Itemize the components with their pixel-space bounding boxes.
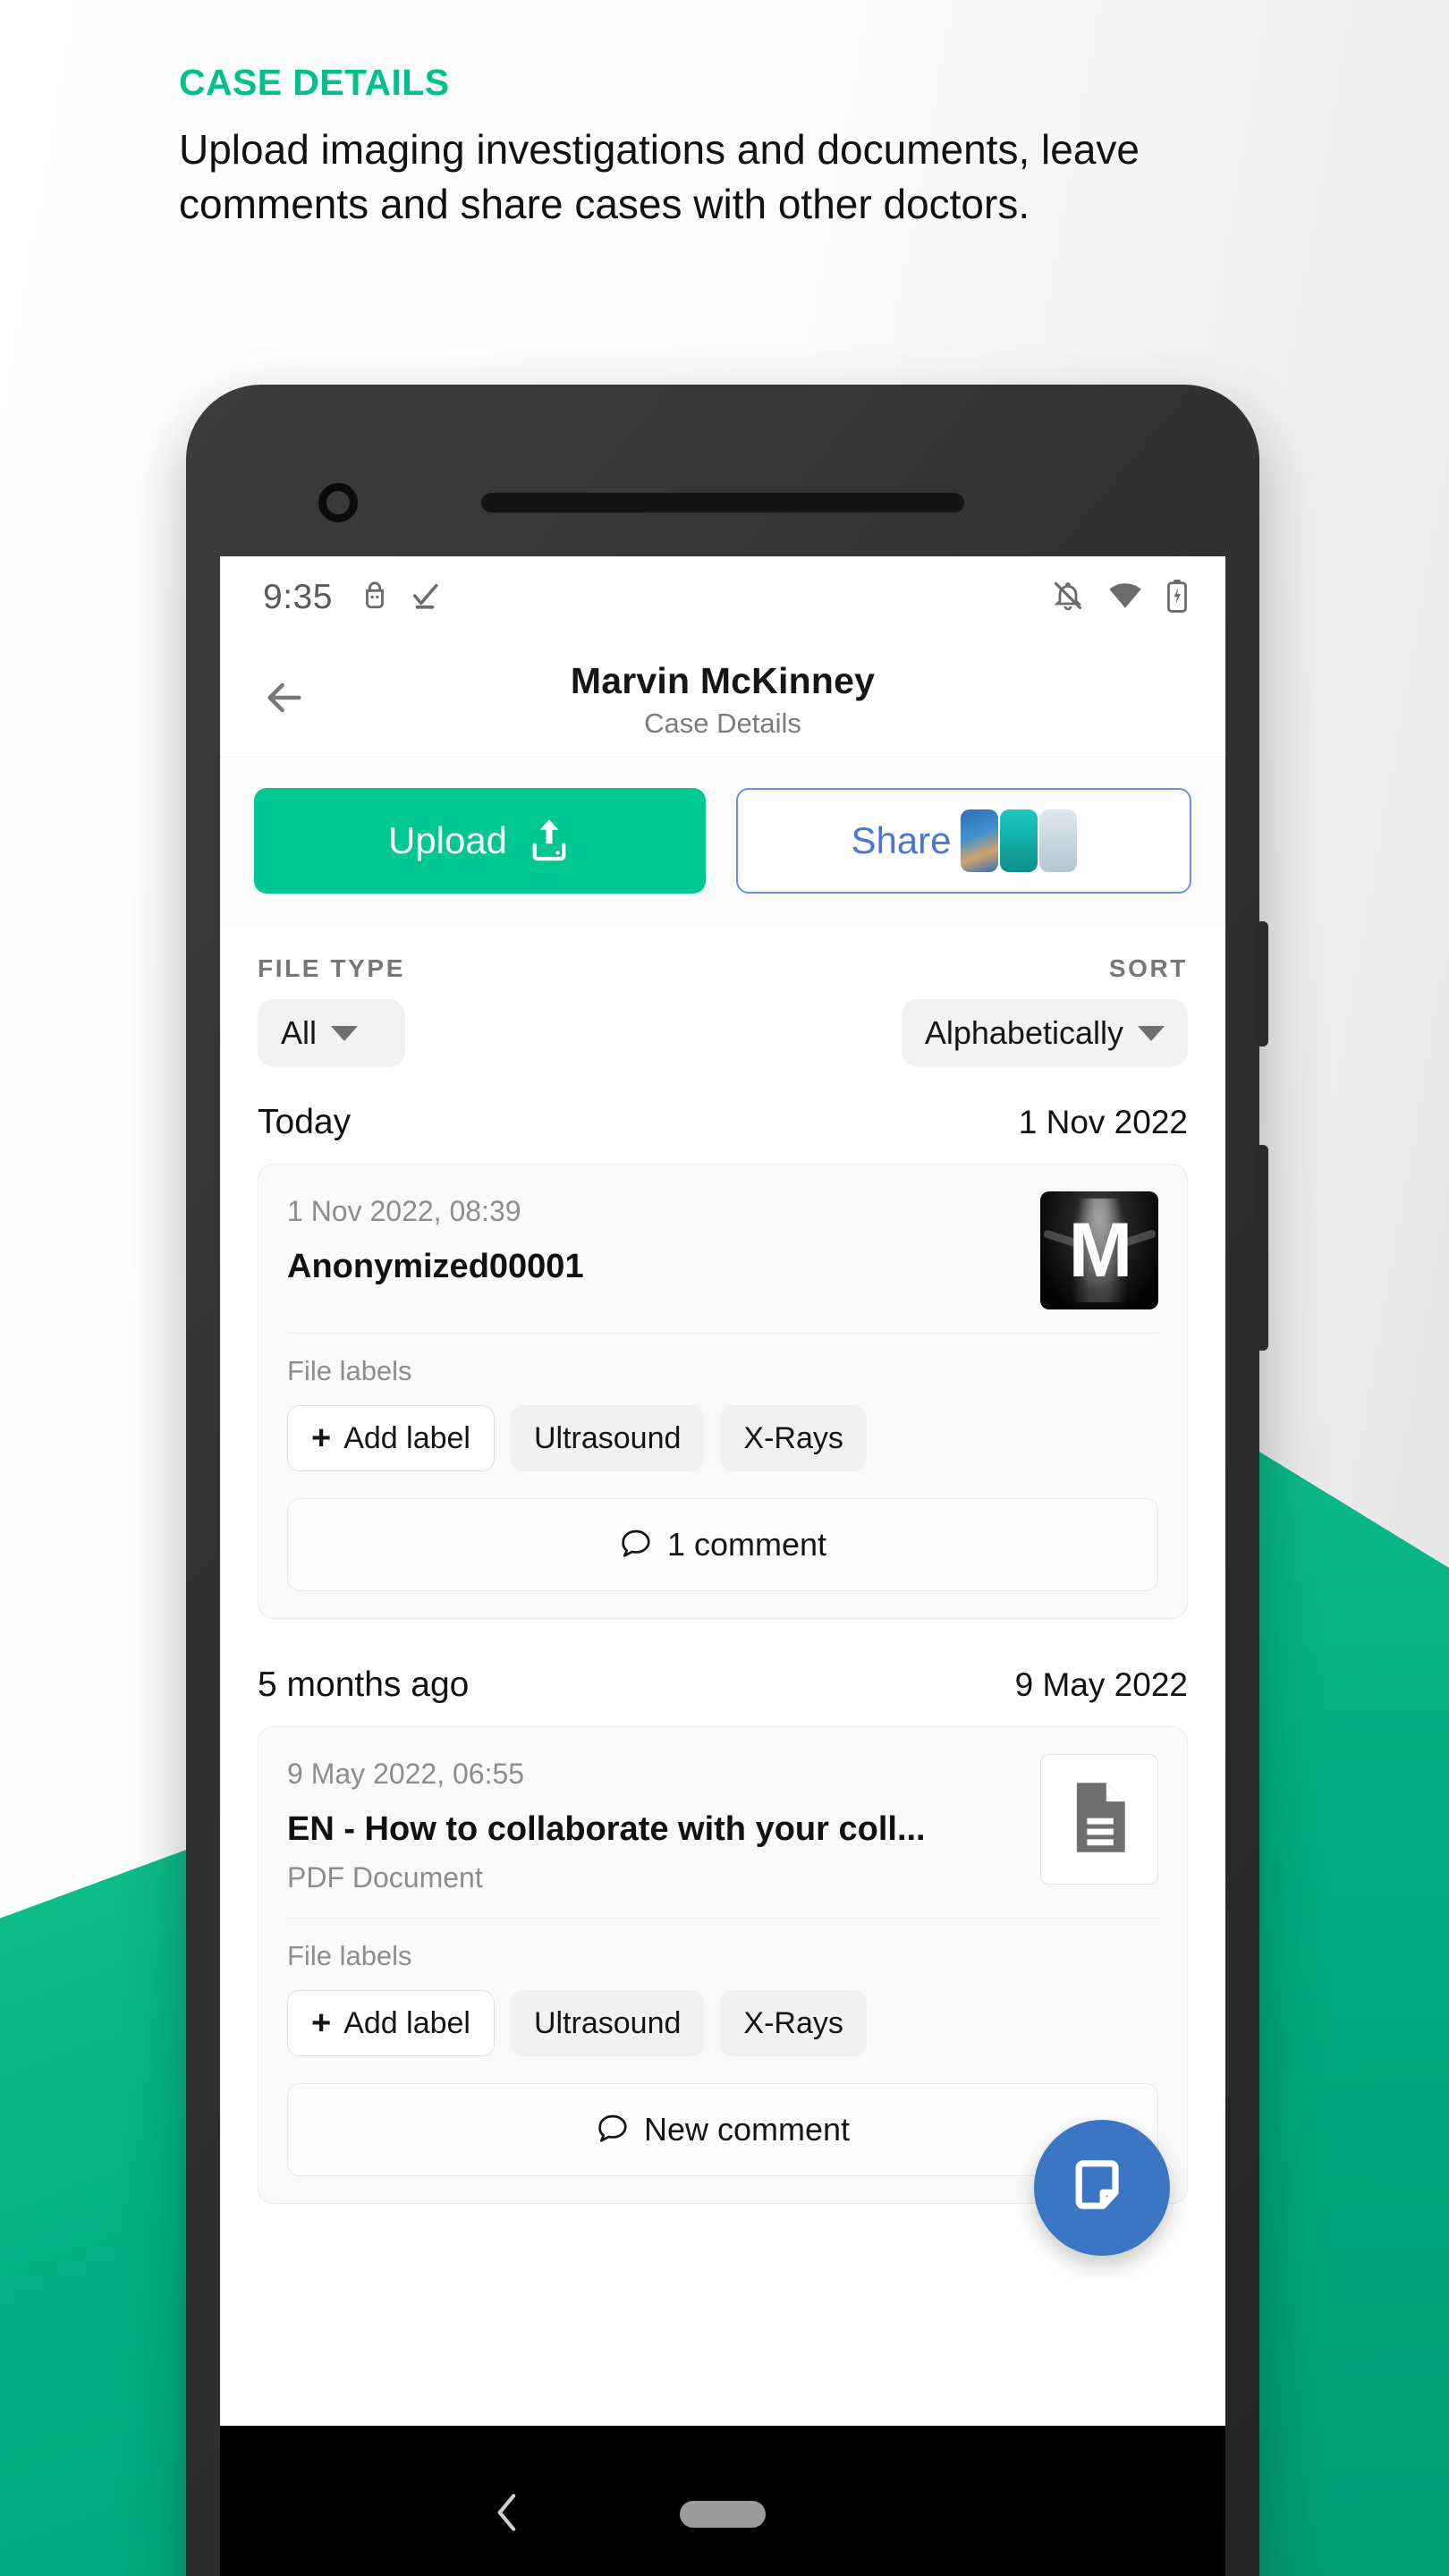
arrow-left-icon[interactable] <box>259 673 309 723</box>
page-title: Marvin McKinney <box>570 659 876 701</box>
note-document-icon <box>1070 2154 1134 2223</box>
file-card[interactable]: 9 May 2022, 06:55 EN - How to collaborat… <box>258 1726 1188 2204</box>
upload-button-label: Upload <box>387 819 508 861</box>
file-type-value: All <box>281 1014 318 1051</box>
comment-bubble-icon <box>596 2111 630 2149</box>
document-icon <box>1067 1779 1131 1860</box>
doctors-avatars-icon <box>960 809 1077 872</box>
upload-button[interactable]: Upload <box>254 788 706 894</box>
action-bar: Upload Share <box>220 757 1225 928</box>
file-type-filter: FILE TYPE All <box>258 954 405 1067</box>
comment-bubble-icon <box>619 1526 653 1564</box>
android-debug-icon <box>360 579 390 617</box>
add-label-button[interactable]: + Add label <box>287 1990 495 2056</box>
file-labels-row: + Add label Ultrasound X-Rays <box>287 1405 1158 1471</box>
new-comment-label: New comment <box>643 2111 851 2148</box>
xray-thumbnail[interactable]: M <box>1040 1191 1158 1309</box>
file-timestamp: 9 May 2022, 06:55 <box>287 1758 525 1790</box>
file-card-meta: 1 Nov 2022, 08:39 Anonymized00001 <box>287 1191 1022 1309</box>
label-tag[interactable]: Ultrasound <box>510 1405 705 1471</box>
comment-count-label: 1 comment <box>666 1526 827 1563</box>
share-button-label: Share <box>851 819 952 861</box>
sort-filter: SORT Alphabetically <box>901 954 1188 1067</box>
status-right-icons <box>1052 579 1188 617</box>
system-nav-bar <box>220 2426 1225 2576</box>
file-name: Anonymized00001 <box>287 1248 584 1285</box>
notifications-off-icon <box>1052 580 1084 616</box>
status-bar: 9:35 <box>220 556 1225 639</box>
power-button[interactable] <box>1256 1145 1268 1351</box>
file-labels-block: File labels + Add label Ultrasound X-Ray… <box>258 1919 1187 2080</box>
sort-label: SORT <box>1108 954 1188 982</box>
add-label-button[interactable]: + Add label <box>287 1405 495 1471</box>
chevron-down-icon <box>331 1025 359 1041</box>
file-name: EN - How to collaborate with your coll..… <box>287 1810 926 1848</box>
screenshot-root: CASE DETAILS Upload imaging investigatio… <box>0 0 1449 2576</box>
caption-eyebrow: CASE DETAILS <box>179 62 450 103</box>
sort-value: Alphabetically <box>924 1014 1123 1051</box>
volume-button[interactable] <box>1256 921 1268 1046</box>
add-label-text: Add label <box>343 1420 470 1455</box>
status-time: 9:35 <box>263 578 333 616</box>
caption-block: CASE DETAILS Upload imaging investigatio… <box>179 62 1279 232</box>
file-labels-block: File labels + Add label Ultrasound X-Ray… <box>258 1334 1187 1495</box>
file-labels-title: File labels <box>287 1940 412 1971</box>
file-labels-title: File labels <box>287 1355 412 1386</box>
plus-icon: + <box>311 2004 332 2042</box>
app-bar-titles: Marvin McKinney Case Details <box>220 657 1225 740</box>
wifi-icon <box>1107 581 1143 614</box>
medicai-logo-letter: M <box>1068 1208 1133 1293</box>
add-label-text: Add label <box>343 2005 470 2040</box>
file-timestamp: 1 Nov 2022, 08:39 <box>287 1195 521 1227</box>
section-date: 1 Nov 2022 <box>1018 1104 1188 1140</box>
home-pill-icon[interactable] <box>680 2501 766 2528</box>
chevron-left-icon[interactable] <box>486 2488 530 2541</box>
app-bar: Marvin McKinney Case Details <box>220 639 1225 757</box>
file-card-meta: 9 May 2022, 06:55 EN - How to collaborat… <box>287 1754 1022 1894</box>
section-header: 5 months ago 9 May 2022 <box>220 1630 1225 1726</box>
file-type-label: FILE TYPE <box>258 954 405 982</box>
section-title: Today <box>258 1103 352 1141</box>
section-date: 9 May 2022 <box>1014 1666 1188 1703</box>
file-card-header: 1 Nov 2022, 08:39 Anonymized00001 M <box>258 1165 1187 1333</box>
phone-frame: 9:35 Marvin McKinney Case Details Upload… <box>186 385 1268 2576</box>
page-subtitle: Case Details <box>644 707 801 739</box>
phone-screen: 9:35 Marvin McKinney Case Details Upload… <box>220 556 1225 2426</box>
download-complete-icon <box>410 580 440 615</box>
file-type-dropdown[interactable]: All <box>258 999 405 1067</box>
front-camera-icon <box>318 483 358 522</box>
share-button[interactable]: Share <box>736 788 1191 894</box>
new-comment-button[interactable]: New comment <box>287 2083 1158 2176</box>
file-card-header: 9 May 2022, 06:55 EN - How to collaborat… <box>258 1727 1187 1918</box>
file-labels-row: + Add label Ultrasound X-Rays <box>287 1990 1158 2056</box>
comment-wrap: 1 comment <box>258 1495 1187 1618</box>
label-tag[interactable]: X-Rays <box>720 1990 867 2056</box>
file-type-text: PDF Document <box>287 1861 483 1894</box>
new-note-fab[interactable] <box>1034 2120 1170 2256</box>
file-card[interactable]: 1 Nov 2022, 08:39 Anonymized00001 M File… <box>258 1164 1188 1619</box>
label-tag[interactable]: Ultrasound <box>510 1990 705 2056</box>
status-left-icons <box>360 579 440 617</box>
sort-dropdown[interactable]: Alphabetically <box>901 999 1188 1067</box>
upload-icon <box>527 815 572 868</box>
section-header: Today 1 Nov 2022 <box>220 1067 1225 1164</box>
filter-bar: FILE TYPE All SORT Alphabetically <box>220 928 1225 1067</box>
caption-body: Upload imaging investigations and docume… <box>179 126 1140 228</box>
section-title: 5 months ago <box>258 1665 470 1704</box>
earpiece-speaker <box>481 493 964 513</box>
battery-charging-icon <box>1166 579 1188 617</box>
chevron-down-icon <box>1138 1025 1165 1041</box>
label-tag[interactable]: X-Rays <box>720 1405 867 1471</box>
plus-icon: + <box>311 1419 332 1457</box>
comment-button[interactable]: 1 comment <box>287 1498 1158 1591</box>
pdf-thumbnail[interactable] <box>1040 1754 1158 1885</box>
